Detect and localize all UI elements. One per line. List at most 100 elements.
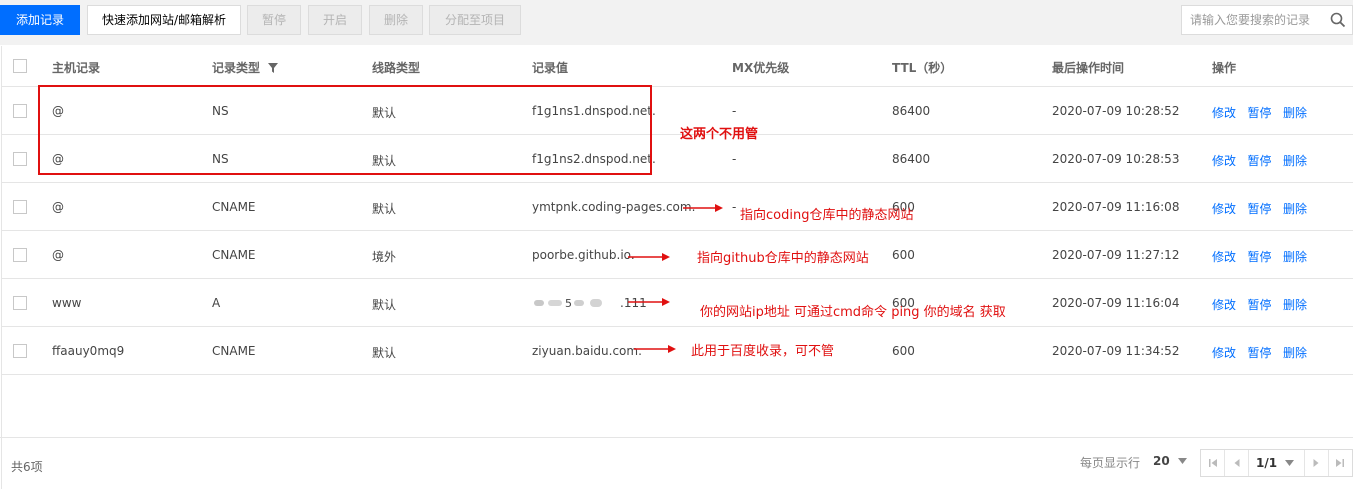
- col-value: 记录值: [532, 61, 569, 75]
- delete-button[interactable]: 删除: [369, 5, 423, 35]
- table-row: ffaauy0mq9 CNAME 默认 ziyuan.baidu.com. 60…: [2, 327, 1353, 375]
- table-row: www A 默认 5 .111 600 2020-07-09 11:16:04 …: [2, 279, 1353, 327]
- col-type: 记录类型: [212, 59, 279, 76]
- delete-link[interactable]: 删除: [1283, 202, 1307, 216]
- row-checkbox[interactable]: [13, 200, 27, 214]
- pause-link[interactable]: 暂停: [1247, 106, 1271, 120]
- col-time: 最后操作时间: [1052, 61, 1125, 75]
- actions-cell: 修改 暂停 删除: [1212, 200, 1307, 217]
- time-cell: 2020-07-09 11:16:08: [1052, 200, 1180, 214]
- edit-link[interactable]: 修改: [1212, 346, 1236, 360]
- actions-cell: 修改 暂停 删除: [1212, 152, 1307, 169]
- arrow-icon: [628, 253, 670, 261]
- redacted-ip-blur: 5: [534, 297, 602, 310]
- edit-link[interactable]: 修改: [1212, 250, 1236, 264]
- assign-project-button[interactable]: 分配至项目: [429, 5, 521, 35]
- host-cell: www: [52, 296, 82, 310]
- col-type-label: 记录类型: [212, 61, 261, 75]
- pager-divider: [1304, 450, 1305, 476]
- filter-icon[interactable]: [268, 63, 279, 73]
- search-input[interactable]: [1190, 12, 1330, 28]
- pause-link[interactable]: 暂停: [1247, 250, 1271, 264]
- value-cell: poorbe.github.io.: [532, 248, 635, 262]
- pager-divider: [1248, 450, 1249, 476]
- pause-link[interactable]: 暂停: [1247, 346, 1271, 360]
- pause-link[interactable]: 暂停: [1247, 298, 1271, 312]
- mx-cell: -: [732, 104, 737, 118]
- time-cell: 2020-07-09 10:28:53: [1052, 152, 1180, 166]
- page-indicator: 1/1: [1256, 456, 1278, 470]
- time-cell: 2020-07-09 11:16:04: [1052, 296, 1180, 310]
- edit-link[interactable]: 修改: [1212, 202, 1236, 216]
- pager-divider: [1328, 450, 1329, 476]
- pager-divider: [1224, 450, 1225, 476]
- edit-link[interactable]: 修改: [1212, 298, 1236, 312]
- delete-link[interactable]: 删除: [1283, 298, 1307, 312]
- value-cell: ymtpnk.coding-pages.com.: [532, 200, 696, 214]
- time-cell: 2020-07-09 11:34:52: [1052, 344, 1180, 358]
- type-cell: A: [212, 296, 221, 310]
- line-cell: 默认: [372, 346, 397, 360]
- ttl-cell: 86400: [892, 152, 931, 166]
- arrow-icon: [634, 345, 676, 353]
- search-icon[interactable]: [1330, 12, 1346, 28]
- first-page-icon[interactable]: [1208, 458, 1218, 468]
- col-actions: 操作: [1212, 61, 1237, 75]
- edit-link[interactable]: 修改: [1212, 106, 1236, 120]
- actions-cell: 修改 暂停 删除: [1212, 344, 1307, 361]
- mx-cell: -: [732, 200, 737, 214]
- actions-cell: 修改 暂停 删除: [1212, 104, 1307, 121]
- line-cell: 默认: [372, 298, 397, 312]
- prev-page-icon[interactable]: [1232, 458, 1242, 468]
- svg-text:5: 5: [565, 297, 572, 309]
- mx-cell: -: [732, 152, 737, 166]
- delete-link[interactable]: 删除: [1283, 250, 1307, 264]
- host-cell: ffaauy0mq9: [52, 344, 125, 358]
- per-page-value: 20: [1153, 454, 1170, 468]
- annotation-github: 指向github仓库中的静态网站: [697, 251, 869, 266]
- col-mx: MX优先级: [732, 61, 790, 75]
- page-select[interactable]: 1/1: [1256, 456, 1295, 470]
- per-page-select[interactable]: 20: [1153, 454, 1187, 468]
- type-cell: CNAME: [212, 344, 256, 358]
- row-checkbox[interactable]: [13, 296, 27, 310]
- ttl-cell: 600: [892, 248, 915, 262]
- table-row: @ CNAME 默认 ymtpnk.coding-pages.com. - 60…: [2, 183, 1353, 231]
- host-cell: @: [52, 248, 64, 262]
- table-row: @ CNAME 境外 poorbe.github.io. 600 2020-07…: [2, 231, 1353, 279]
- search-box: [1181, 5, 1353, 35]
- next-page-icon[interactable]: [1311, 458, 1321, 468]
- pause-link[interactable]: 暂停: [1247, 154, 1271, 168]
- row-checkbox[interactable]: [13, 104, 27, 118]
- delete-link[interactable]: 删除: [1283, 346, 1307, 360]
- annotation-highlight-box: [38, 85, 652, 175]
- enable-button[interactable]: 开启: [308, 5, 362, 35]
- chevron-down-icon: [1177, 458, 1187, 464]
- line-cell: 默认: [372, 202, 397, 216]
- pause-link[interactable]: 暂停: [1247, 202, 1271, 216]
- add-record-button[interactable]: 添加记录: [0, 5, 80, 35]
- select-all-checkbox[interactable]: [13, 59, 27, 73]
- col-host: 主机记录: [52, 61, 101, 75]
- total-count: 共6项: [11, 460, 43, 474]
- table-footer: [0, 437, 1353, 490]
- edit-link[interactable]: 修改: [1212, 154, 1236, 168]
- row-checkbox[interactable]: [13, 344, 27, 358]
- row-checkbox[interactable]: [13, 248, 27, 262]
- delete-link[interactable]: 删除: [1283, 154, 1307, 168]
- ttl-cell: 86400: [892, 104, 931, 118]
- col-line: 线路类型: [372, 61, 421, 75]
- last-page-icon[interactable]: [1335, 458, 1345, 468]
- delete-link[interactable]: 删除: [1283, 106, 1307, 120]
- annotation-ip: 你的网站ip地址 可通过cmd命令 ping 你的域名 获取: [700, 305, 1006, 320]
- type-cell: CNAME: [212, 200, 256, 214]
- chevron-down-icon: [1285, 460, 1295, 466]
- annotation-ns: 这两个不用管: [680, 127, 759, 142]
- line-cell: 境外: [372, 250, 397, 264]
- actions-cell: 修改 暂停 删除: [1212, 248, 1307, 265]
- col-ttl: TTL（秒）: [892, 61, 953, 75]
- quick-add-button[interactable]: 快速添加网站/邮箱解析: [87, 5, 241, 35]
- row-checkbox[interactable]: [13, 152, 27, 166]
- pause-button[interactable]: 暂停: [247, 5, 301, 35]
- annotation-coding: 指向coding仓库中的静态网站: [740, 208, 914, 223]
